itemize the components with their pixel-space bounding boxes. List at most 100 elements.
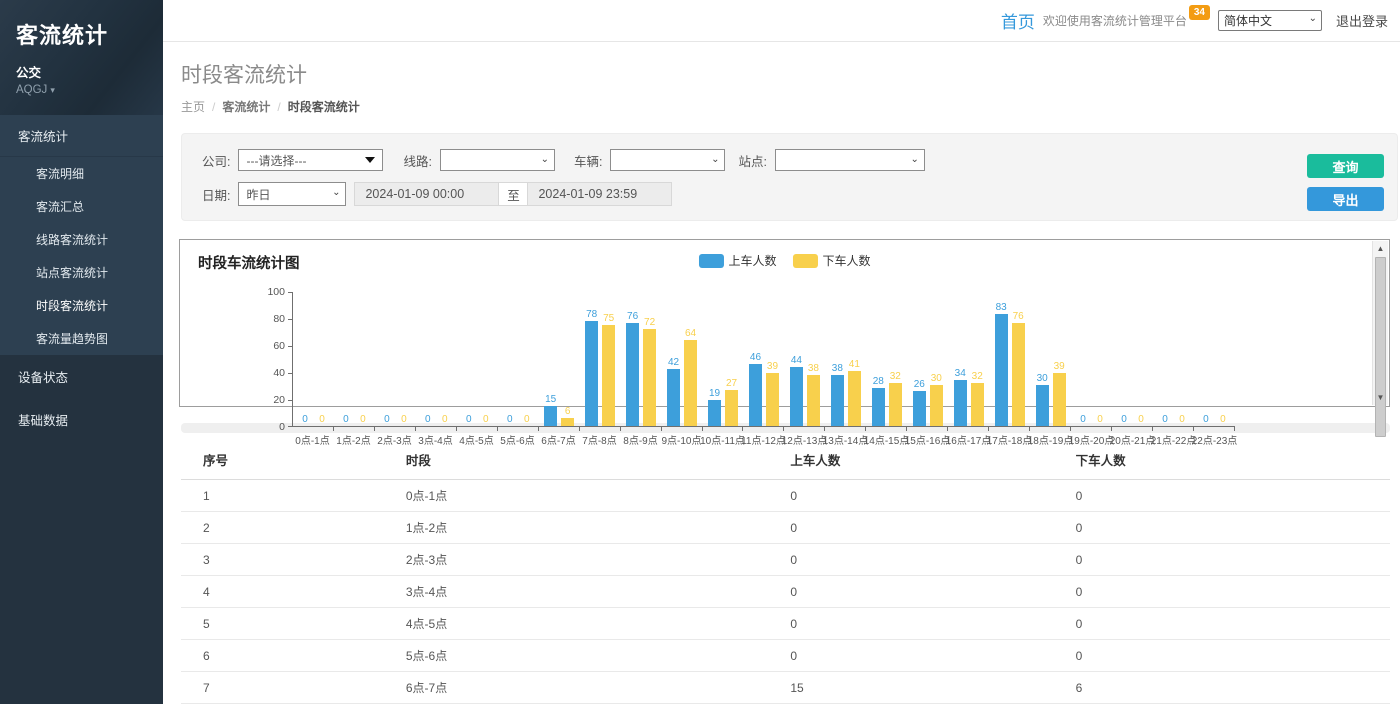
bar-value: 39 [1054,361,1065,372]
y-axis-tick-label: 60 [257,340,285,352]
legend-label-up: 上车人数 [728,252,776,269]
home-link[interactable]: 首页 [1001,8,1035,33]
notification-badge[interactable]: 34 [1189,5,1210,20]
date-start-input[interactable] [354,182,499,206]
x-axis-labels: 0点-1点1点-2点2点-3点3点-4点4点-5点5点-6点6点-7点7点-8点… [292,432,1235,447]
bar-value: 64 [685,328,696,339]
table-cell: 0 [790,576,1075,608]
y-axis-tick-label: 80 [257,313,285,325]
station-select[interactable]: ⌄ [775,149,925,171]
filter-row-2: 日期: 昨日 ⌄ 至 [202,182,1381,206]
vehicle-select[interactable]: ⌄ [610,149,725,171]
legend-label-down: 下车人数 [823,252,871,269]
x-axis-label-text: 0点-1点 [295,432,329,447]
y-axis-tick-mark [288,426,293,427]
x-axis-label: 3点-4点 [415,432,456,447]
date-preset-value: 昨日 [246,186,270,203]
sidebar-item-jichu-shuju[interactable]: 基础数据 [0,398,163,441]
x-axis-label-text: 7点-8点 [582,432,616,447]
sidebar-item-xianlu-keliu-tongji[interactable]: 线路客流统计 [0,223,163,256]
x-axis-label-text: 2点-3点 [377,432,411,447]
x-axis-label: 2点-3点 [374,432,415,447]
sidebar-menu: 客流统计客流明细客流汇总线路客流统计站点客流统计时段客流统计客流量趋势图设备状态… [0,115,163,441]
bar-group: 3432 [948,292,989,426]
bar-column-down: 0 [479,292,492,426]
legend-item-down[interactable]: 下车人数 [793,252,871,269]
table-cell: 0 [1076,608,1390,640]
bar-column-down: 0 [1094,292,1107,426]
bar-column-down: 0 [397,292,410,426]
x-axis-label-text: 16点-17点 [946,432,992,447]
chart-bars: 0000000000001567875767242641927463944383… [293,292,1235,426]
x-axis-label-text: 8点-9点 [623,432,657,447]
bar-column-up: 83 [995,292,1008,426]
date-end-input[interactable] [527,182,672,206]
logout-link[interactable]: 退出登录 [1336,11,1388,30]
bar-up [995,314,1008,426]
x-axis-label-text: 18点-19点 [1028,432,1074,447]
bar-group: 00 [334,292,375,426]
y-axis-tick-label: 100 [257,286,285,298]
company-select[interactable]: ---请选择--- [238,149,383,171]
bar-value: 19 [709,388,720,399]
sidebar-item-keliu-huizong[interactable]: 客流汇总 [0,190,163,223]
y-axis-tick-mark [288,319,293,320]
bar-column-up: 0 [339,292,352,426]
sidebar-item-shebei-zhuangtai[interactable]: 设备状态 [0,355,163,398]
table-cell: 0 [790,480,1075,512]
line-select[interactable]: ⌄ [440,149,555,171]
breadcrumb: 主页/客流统计/时段客流统计 [181,98,1382,115]
sidebar-item-keliu-tongji[interactable]: 客流统计 [0,115,163,157]
x-axis-label-text: 22点-23点 [1192,432,1238,447]
app-root: 客流统计 公交 AQGJ▾ 客流统计客流明细客流汇总线路客流统计站点客流统计时段… [0,0,1400,704]
page-title: 时段客流统计 [181,59,1382,89]
export-button[interactable]: 导出 [1307,187,1384,211]
bar-value: 0 [1121,414,1127,425]
chart-title: 时段车流统计图 [198,252,300,273]
data-table: 序号 时段 上车人数 下车人数 10点-1点0021点-2点0032点-3点00… [181,441,1390,704]
bar-column-up: 0 [380,292,393,426]
x-axis-label: 0点-1点 [292,432,333,447]
sidebar-item-zhandian-keliu-tongji[interactable]: 站点客流统计 [0,256,163,289]
scroll-down-icon[interactable]: ▼ [1373,390,1388,405]
bar-up [544,406,557,426]
date-preset-select[interactable]: 昨日 ⌄ [238,182,346,206]
scroll-up-icon[interactable]: ▲ [1373,241,1388,256]
x-axis-label-text: 10点-11点 [700,432,745,447]
bar-up [1036,385,1049,426]
bar-value: 0 [1080,414,1086,425]
query-button[interactable]: 查询 [1307,154,1384,178]
filter-row-1: 公司: ---请选择--- 线路: ⌄ 车辆: ⌄ 站点: [202,149,1381,171]
vertical-scrollbar[interactable]: ▲ ▼ [1372,241,1388,405]
bar-value: 0 [1162,414,1168,425]
breadcrumb-home[interactable]: 主页 [181,100,205,114]
bar-column-down: 39 [766,292,779,426]
sidebar-item-keliuliang-qushitu[interactable]: 客流量趋势图 [0,322,163,355]
bar-group: 2832 [866,292,907,426]
bar-value: 0 [1179,414,1185,425]
bar-up [749,364,762,426]
breadcrumb-section[interactable]: 客流统计 [222,100,270,114]
bar-value: 0 [507,414,513,425]
table-row: 21点-2点00 [181,512,1390,544]
bar-group: 00 [1112,292,1153,426]
chevron-down-icon: ⌄ [541,154,549,165]
x-axis-label: 16点-17点 [948,432,989,447]
org-code-dropdown[interactable]: AQGJ▾ [16,84,147,96]
table-cell: 0 [1076,512,1390,544]
scrollbar-thumb[interactable] [1375,257,1386,437]
bar-value: 76 [1013,311,1024,322]
bar-column-up: 0 [298,292,311,426]
table-row: 43点-4点00 [181,576,1390,608]
bar-value: 0 [442,414,448,425]
bar-value: 32 [890,371,901,382]
sidebar-item-keliu-mingxi[interactable]: 客流明细 [0,157,163,190]
sidebar-item-shiduan-keliu-tongji[interactable]: 时段客流统计 [0,289,163,322]
x-axis-label-text: 11点-12点 [741,432,786,447]
bar-value: 30 [931,373,942,384]
language-select[interactable]: 简体中文 [1218,10,1322,31]
legend-item-up[interactable]: 上车人数 [698,252,776,269]
x-axis-label: 4点-5点 [456,432,497,447]
table-cell: 1点-2点 [406,512,790,544]
bar-down [725,390,738,426]
